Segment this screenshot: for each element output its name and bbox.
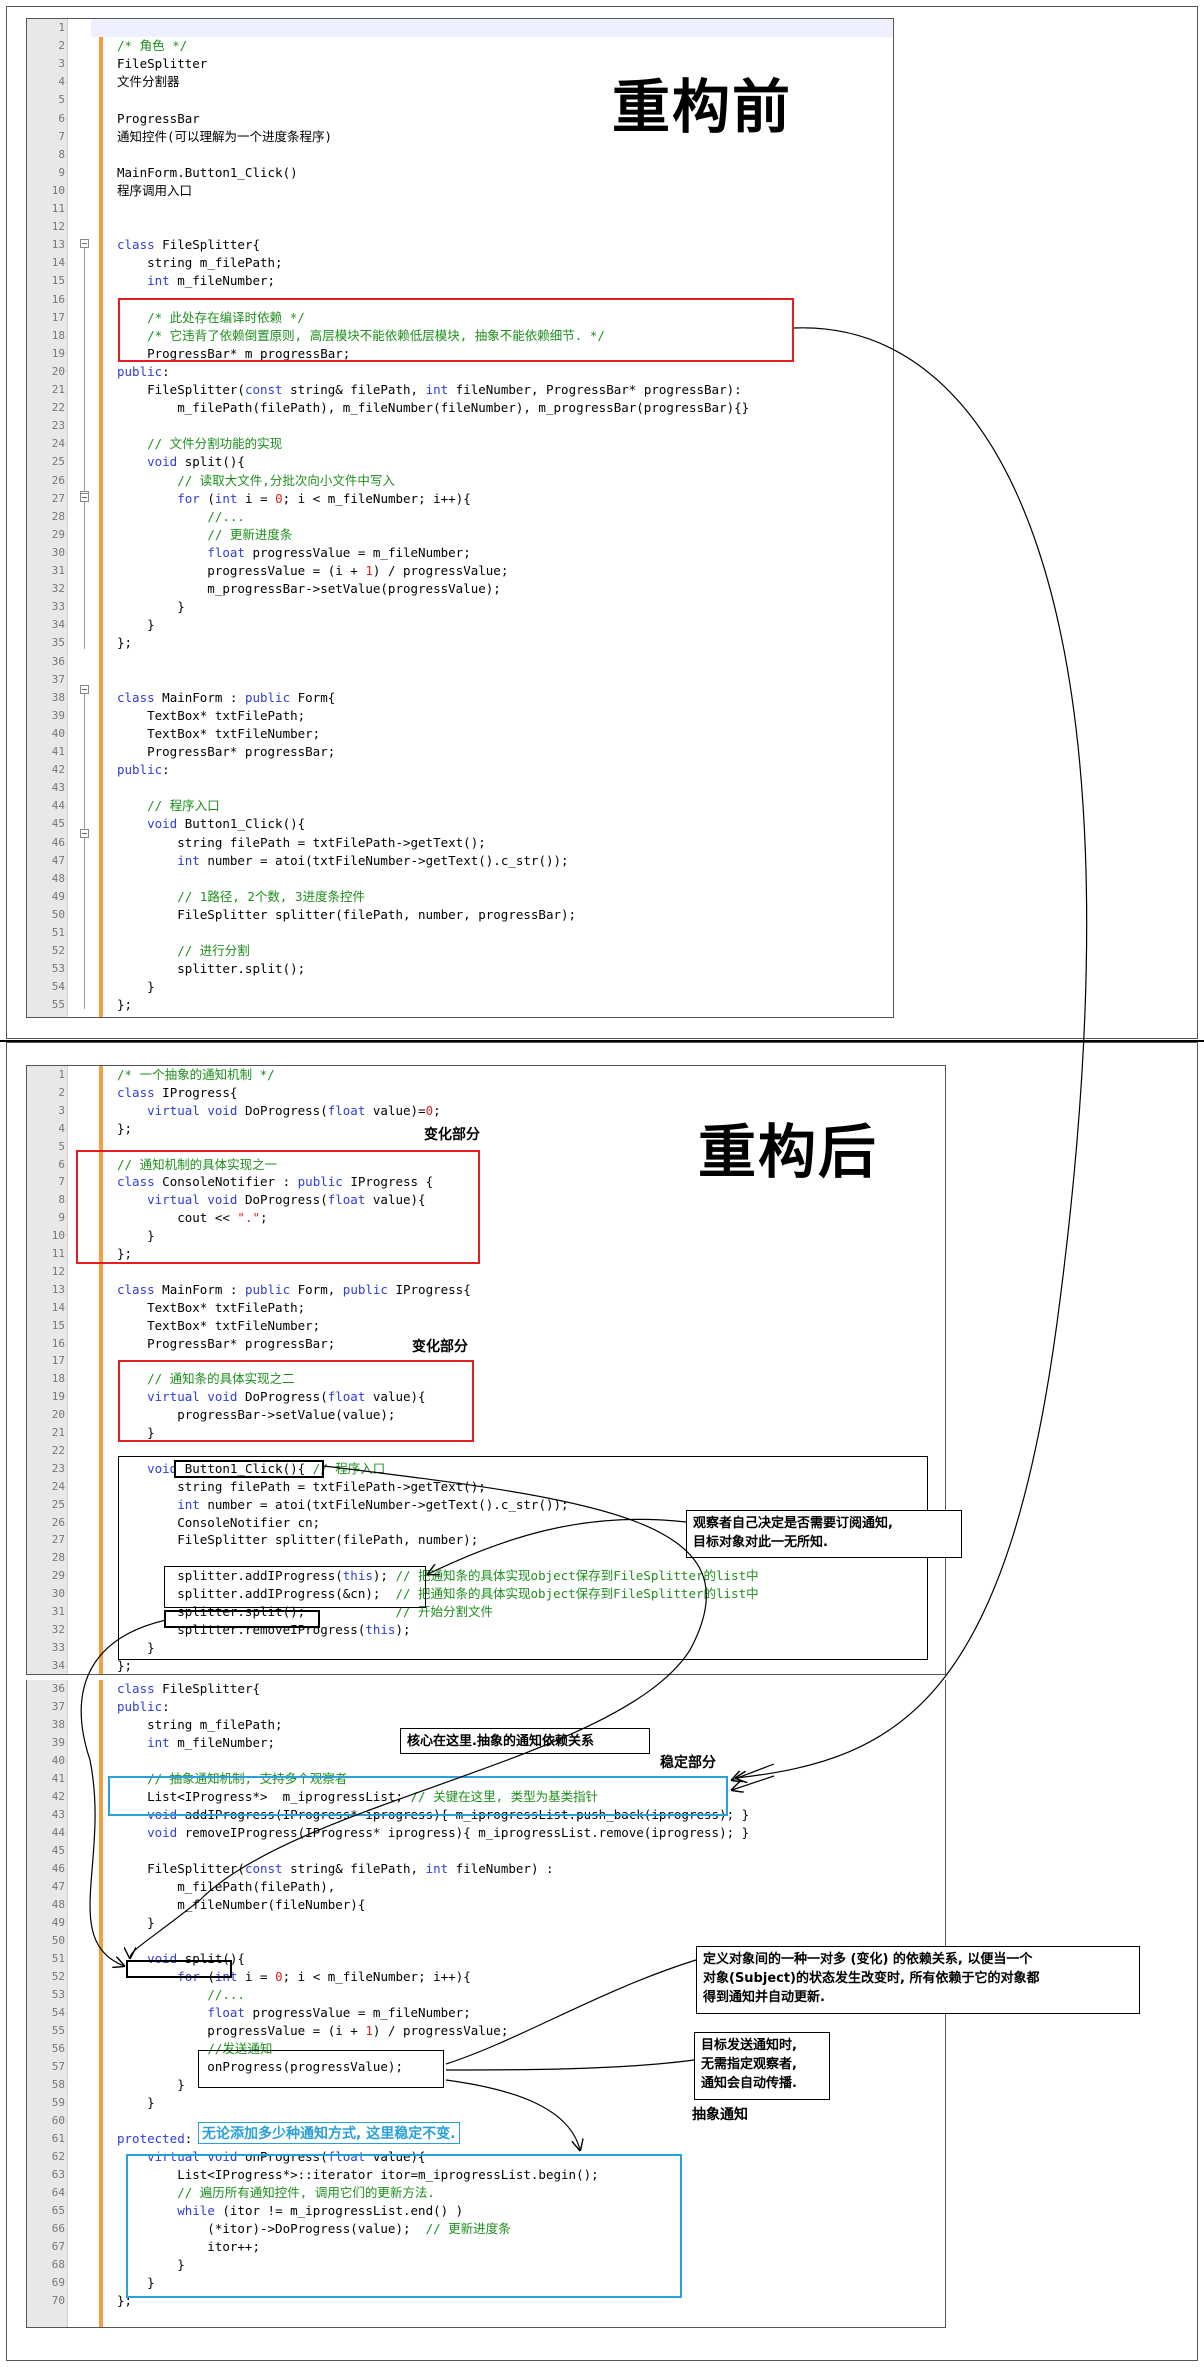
arrow-definition-to-notify	[445, 1959, 697, 2065]
arrow-button-to-split	[130, 1465, 708, 1958]
connector-arrows	[80, 327, 1088, 2367]
arrow-target-to-notify	[445, 2059, 695, 2071]
arrow-dependency-to-stable	[736, 327, 1088, 1778]
arrow-notify-to-onprogress	[445, 2079, 580, 2150]
arrow-observer-to-add	[428, 1518, 687, 1574]
arrow-split-call-to-method	[80, 1619, 167, 1966]
